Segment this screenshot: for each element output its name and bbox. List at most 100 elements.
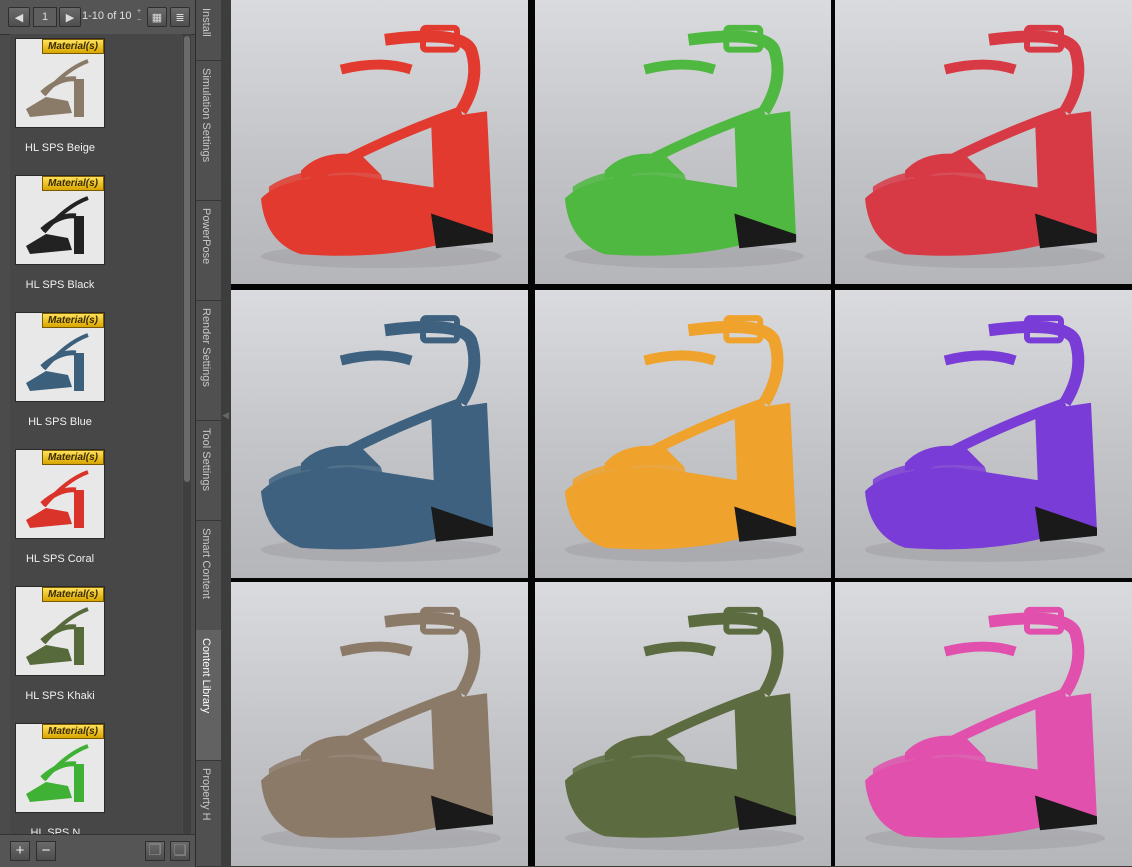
platform-sandal-render bbox=[865, 24, 1105, 269]
item-thumbnail[interactable]: Material(s) bbox=[15, 586, 105, 676]
paste-icon[interactable]: ❏ bbox=[170, 841, 190, 861]
list-item[interactable]: Material(s) HL SPS Black bbox=[10, 171, 182, 308]
platform-sandal-render bbox=[564, 315, 805, 562]
tab-install[interactable]: Install bbox=[196, 0, 222, 61]
list-scrollbar[interactable] bbox=[183, 34, 191, 834]
shoe-heel bbox=[74, 764, 84, 802]
material-badge: Material(s) bbox=[42, 313, 104, 328]
front-shoe-platform bbox=[865, 467, 1049, 550]
material-badge: Material(s) bbox=[42, 39, 104, 54]
platform-sandal-render bbox=[865, 315, 1105, 562]
shoe-heel bbox=[74, 79, 84, 117]
shoe-heel bbox=[74, 353, 84, 391]
vertical-tab-bar: Install Simulation Settings PowerPose Rende… bbox=[195, 0, 223, 867]
tab-powerpose[interactable]: PowerPose bbox=[196, 200, 222, 301]
platform-sandal-render bbox=[261, 315, 501, 562]
arrow-left-icon: ◀ bbox=[14, 12, 24, 24]
arrow-right-icon: ▶ bbox=[65, 12, 75, 24]
tab-label: Tool Settings bbox=[200, 428, 212, 491]
front-shoe-platform bbox=[564, 756, 749, 838]
content-library-panel: ◀ 1 ▶ 1-10 of 10 + − ▦ ≣ Material(s) HL SP… bbox=[0, 0, 195, 867]
render-image bbox=[535, 290, 831, 578]
content-list: Material(s) HL SPS Beige Material(s) HL SPS… bbox=[10, 34, 182, 834]
tab-simulation-settings[interactable]: Simulation Settings bbox=[196, 60, 222, 201]
platform-sandal-render bbox=[564, 606, 805, 851]
render-image bbox=[835, 290, 1132, 578]
list-item[interactable]: Material(s) HL SPS Coral bbox=[10, 445, 182, 582]
item-thumbnail[interactable]: Material(s) bbox=[15, 38, 105, 128]
tab-label: PowerPose bbox=[200, 208, 212, 265]
platform-sandal-render bbox=[261, 24, 501, 269]
platform-sandal-render bbox=[261, 606, 501, 851]
shoe-heel bbox=[74, 490, 84, 528]
tab-label: Simulation Settings bbox=[200, 68, 212, 163]
item-label: HL SPS Blue bbox=[28, 416, 92, 428]
render-image bbox=[535, 582, 831, 866]
render-image bbox=[231, 0, 528, 284]
item-thumbnail[interactable]: Material(s) bbox=[15, 175, 105, 265]
back-strap bbox=[643, 59, 716, 75]
material-badge: Material(s) bbox=[42, 176, 104, 191]
list-view-button[interactable]: ≣ bbox=[170, 7, 190, 27]
render-image bbox=[835, 0, 1132, 284]
pane-divider[interactable]: ◀ bbox=[221, 0, 231, 866]
tab-label: Content Library bbox=[200, 638, 212, 714]
collapse-arrow-icon[interactable]: ◀ bbox=[222, 410, 229, 421]
tab-render-settings[interactable]: Render Settings bbox=[196, 300, 222, 421]
render-image bbox=[231, 582, 528, 866]
front-shoe-platform bbox=[564, 174, 749, 256]
copy-icon[interactable]: ❐ bbox=[145, 841, 165, 861]
app-window: ◀ 1 ▶ 1-10 of 10 + − ▦ ≣ Material(s) HL SP… bbox=[0, 0, 1132, 867]
add-button[interactable]: + bbox=[10, 841, 30, 861]
render-grid bbox=[231, 0, 1132, 866]
front-shoe-platform bbox=[261, 467, 445, 550]
list-item[interactable]: Material(s) HL SPS Blue bbox=[10, 308, 182, 445]
shoe-heel bbox=[74, 216, 84, 254]
tab-smart-content[interactable]: Smart Content bbox=[196, 520, 222, 631]
platform-sandal-render bbox=[564, 24, 805, 269]
panel-bottom-bar: + − ❐ ❏ bbox=[0, 834, 195, 867]
item-thumbnail[interactable]: Material(s) bbox=[15, 312, 105, 402]
back-strap bbox=[339, 59, 413, 75]
item-label: HL SPS Coral bbox=[25, 553, 95, 565]
tab-tool-settings[interactable]: Tool Settings bbox=[196, 420, 222, 521]
page-range-label: 1-10 of 10 bbox=[82, 10, 132, 22]
front-shoe-platform bbox=[261, 174, 445, 256]
platform-sandal-render bbox=[865, 606, 1105, 851]
render-image bbox=[835, 582, 1132, 866]
scrollbar-thumb[interactable] bbox=[184, 36, 190, 482]
tab-property-h[interactable]: Property H bbox=[196, 760, 222, 867]
tab-label: Install bbox=[200, 8, 212, 37]
pager-toolbar: ◀ 1 ▶ 1-10 of 10 + − ▦ ≣ bbox=[0, 0, 195, 35]
list-item[interactable]: Material(s) HL SPS Beige bbox=[10, 34, 182, 171]
remove-button[interactable]: − bbox=[36, 841, 56, 861]
list-item[interactable]: Material(s) HL SPS N... bbox=[10, 719, 182, 834]
render-image bbox=[231, 290, 528, 578]
tab-content-library[interactable]: Content Library bbox=[196, 630, 222, 761]
back-strap bbox=[943, 59, 1017, 75]
item-thumbnail[interactable]: Material(s) bbox=[15, 723, 105, 813]
item-thumbnail[interactable]: Material(s) bbox=[15, 449, 105, 539]
list-view-icon: ≣ bbox=[175, 12, 185, 24]
back-strap bbox=[643, 641, 716, 657]
page-number-field[interactable]: 1 bbox=[33, 7, 57, 27]
tab-label: Property H bbox=[200, 768, 212, 821]
front-shoe-platform bbox=[865, 174, 1049, 256]
grid-view-button[interactable]: ▦ bbox=[147, 7, 167, 27]
item-label: HL SPS Black bbox=[25, 279, 95, 291]
page-spinner[interactable]: + − bbox=[134, 7, 144, 27]
item-label: HL SPS Khaki bbox=[25, 690, 95, 702]
front-shoe-platform bbox=[865, 756, 1049, 838]
front-shoe-platform bbox=[564, 467, 749, 550]
material-badge: Material(s) bbox=[42, 450, 104, 465]
material-badge: Material(s) bbox=[42, 587, 104, 602]
tab-label: Smart Content bbox=[200, 528, 212, 599]
back-strap bbox=[339, 641, 413, 657]
next-page-button[interactable]: ▶ bbox=[59, 7, 81, 27]
back-strap bbox=[339, 350, 413, 366]
list-item[interactable]: Material(s) HL SPS Khaki bbox=[10, 582, 182, 719]
grid-view-icon: ▦ bbox=[151, 12, 163, 24]
render-image bbox=[535, 0, 831, 284]
prev-page-button[interactable]: ◀ bbox=[8, 7, 30, 27]
shoe-heel bbox=[74, 627, 84, 665]
